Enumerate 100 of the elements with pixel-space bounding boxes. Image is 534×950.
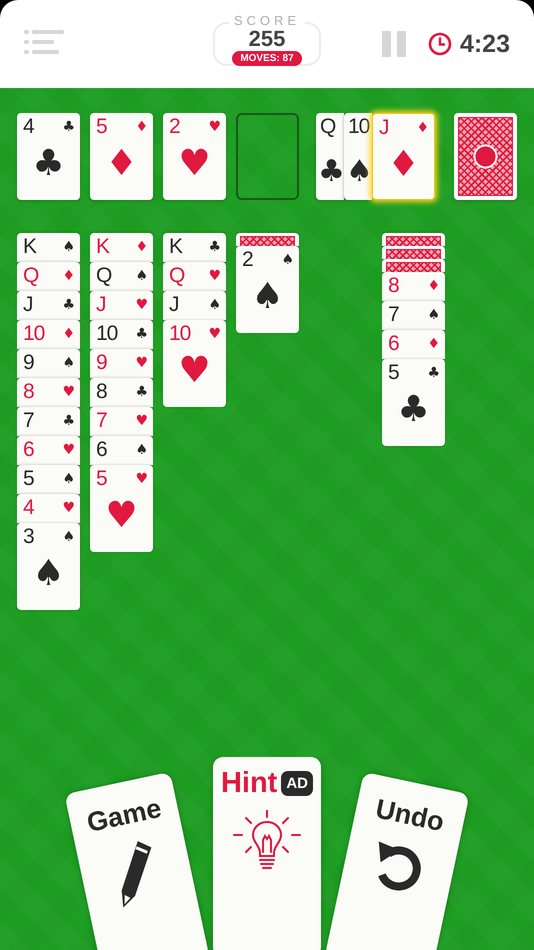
playing-card[interactable]: 9 ♥ <box>90 349 153 378</box>
card-rank: 7 <box>96 410 107 432</box>
card-rank: J <box>96 294 106 316</box>
suit-symbol: ♣ <box>318 153 344 191</box>
playing-card[interactable]: 3 ♠ ♠ <box>17 523 80 610</box>
suit-symbol: ♥ <box>135 356 148 370</box>
card-rank: J <box>23 294 32 316</box>
card-rank: 5 <box>96 116 107 138</box>
suit-symbol: ♠ <box>346 153 372 191</box>
suit-symbol: ♦ <box>62 327 75 341</box>
card-rank: K <box>96 236 110 258</box>
playing-card[interactable]: 10 ♠ <box>344 113 372 200</box>
suit-symbol: ♥ <box>105 496 138 536</box>
suit-symbol: ♠ <box>62 356 75 370</box>
new-game-button[interactable]: Game <box>64 772 210 950</box>
card-rank: 5 <box>96 468 107 490</box>
suit-symbol: ♥ <box>135 414 148 428</box>
playing-card[interactable]: Q ♦ <box>17 262 80 291</box>
card-rank: 10 <box>96 323 118 345</box>
playing-card[interactable]: 6 ♦ <box>382 330 445 359</box>
playing-card[interactable]: 4 ♥ <box>17 494 80 523</box>
playing-card[interactable]: 6 ♠ <box>90 436 153 465</box>
card-rank: 3 <box>23 526 34 548</box>
card-rank: 5 <box>23 468 34 490</box>
playing-card[interactable]: J ♣ <box>17 291 80 320</box>
suit-symbol: ♣ <box>62 298 75 312</box>
playing-card[interactable]: 7 ♠ <box>382 301 445 330</box>
suit-symbol: ♥ <box>178 351 211 391</box>
card-rank: 2 <box>242 249 253 271</box>
suit-symbol: ♠ <box>32 554 65 594</box>
playing-card[interactable]: 10 ♣ <box>90 320 153 349</box>
card-rank: 4 <box>23 116 34 138</box>
playing-card[interactable]: 8 ♦ <box>382 272 445 301</box>
playing-card[interactable]: 6 ♥ <box>17 436 80 465</box>
score-label: SCORE <box>228 14 306 28</box>
suit-symbol: ♠ <box>208 298 221 312</box>
suit-symbol: ♦ <box>387 145 420 185</box>
card-rank: 6 <box>23 439 34 461</box>
playing-card[interactable]: 7 ♣ <box>17 407 80 436</box>
empty-slot[interactable] <box>236 113 299 200</box>
playing-card[interactable]: 7 ♥ <box>90 407 153 436</box>
card-rank: 2 <box>169 116 180 138</box>
playing-card[interactable]: 2 ♥ ♥ <box>163 113 226 200</box>
menu-icon[interactable] <box>24 30 64 54</box>
playing-card[interactable]: 10 ♦ <box>17 320 80 349</box>
pause-icon[interactable] <box>382 31 406 57</box>
suit-symbol: ♠ <box>62 530 75 544</box>
playing-card[interactable]: 5 ♥ ♥ <box>90 465 153 552</box>
suit-symbol: ♠ <box>135 443 148 457</box>
card-rank: 9 <box>23 352 34 374</box>
playing-card[interactable]: 9 ♠ <box>17 349 80 378</box>
playing-card[interactable]: J ♦ ♦ <box>372 113 435 200</box>
playing-card[interactable]: Q ♠ <box>90 262 153 291</box>
playing-card[interactable]: K ♠ <box>17 233 80 262</box>
card-rank: Q <box>169 265 184 287</box>
playing-card[interactable]: 5 ♠ <box>17 465 80 494</box>
suit-symbol: ♦ <box>416 121 429 135</box>
card-rank: 9 <box>96 352 107 374</box>
playing-card[interactable]: 5 ♣ ♣ <box>382 359 445 446</box>
suit-symbol: ♣ <box>32 144 65 184</box>
playing-card[interactable]: 8 ♥ <box>17 378 80 407</box>
hint-button[interactable]: Hint AD <box>213 757 321 950</box>
suit-symbol: ♦ <box>135 240 148 254</box>
suit-symbol: ♣ <box>135 327 148 341</box>
playing-card[interactable]: 5 ♦ ♦ <box>90 113 153 200</box>
card-back[interactable] <box>454 113 517 200</box>
suit-symbol: ♥ <box>62 443 75 457</box>
card-rank: Q <box>23 265 38 287</box>
playing-card[interactable]: J ♠ <box>163 291 226 320</box>
suit-symbol: ♠ <box>427 308 440 322</box>
suit-symbol: ♥ <box>135 298 148 312</box>
suit-symbol: ♦ <box>135 120 148 134</box>
playing-card[interactable]: 2 ♠ ♠ <box>236 246 299 333</box>
card-rank: 7 <box>388 304 399 326</box>
playing-card[interactable]: K ♦ <box>90 233 153 262</box>
ad-badge: AD <box>281 771 314 796</box>
suit-symbol: ♦ <box>62 269 75 283</box>
playing-card[interactable]: J ♥ <box>90 291 153 320</box>
card-rank: J <box>169 294 178 316</box>
playing-card[interactable]: 4 ♣ ♣ <box>17 113 80 200</box>
suit-symbol: ♥ <box>135 472 148 486</box>
suit-symbol: ♦ <box>427 337 440 351</box>
card-rank: 5 <box>388 362 399 384</box>
playing-card[interactable]: 10 ♥ ♥ <box>163 320 226 407</box>
suit-symbol: ♠ <box>135 269 148 283</box>
clock-icon <box>428 32 452 56</box>
playing-card[interactable]: 8 ♣ <box>90 378 153 407</box>
card-rank: 7 <box>23 410 34 432</box>
card-rank: 8 <box>96 381 107 403</box>
card-rank: 6 <box>388 333 399 355</box>
suit-symbol: ♥ <box>178 144 211 184</box>
undo-button[interactable]: Undo <box>324 772 470 950</box>
card-rank: 10 <box>169 323 190 345</box>
playing-card[interactable]: Q ♣ <box>316 113 344 200</box>
playing-card[interactable]: Q ♥ <box>163 262 226 291</box>
moves-badge: MOVES: 87 <box>232 51 302 66</box>
suit-symbol: ♥ <box>208 269 221 283</box>
suit-symbol: ♥ <box>208 120 221 134</box>
suit-symbol: ♣ <box>135 385 148 399</box>
playing-card[interactable]: K ♣ <box>163 233 226 262</box>
